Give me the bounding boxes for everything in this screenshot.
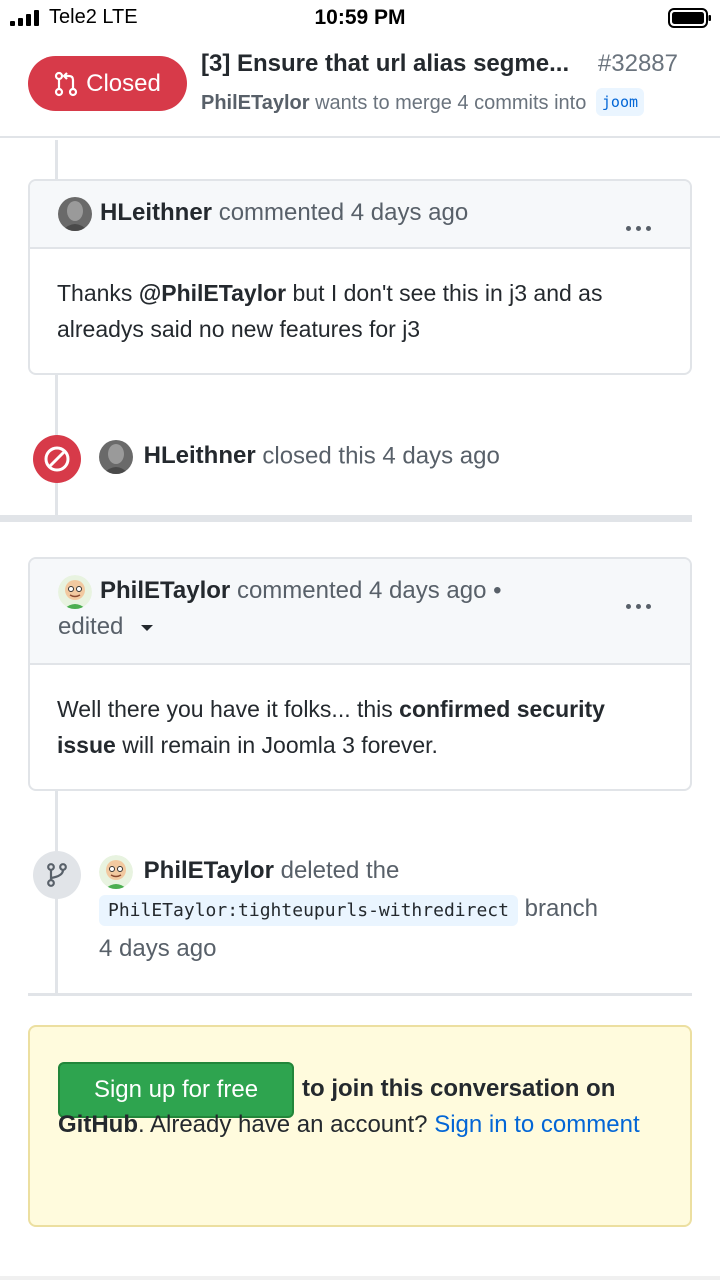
signup-text: to join this conversation on GitHub. Alr… <box>58 1075 640 1138</box>
event-actor[interactable]: HLeithner <box>144 442 256 469</box>
status-bar: Tele2 LTE 10:59 PM <box>0 0 720 36</box>
comment-body: Well there you have it folks... this con… <box>57 696 605 758</box>
clock: 10:59 PM <box>314 6 406 29</box>
circle-slash-icon <box>44 446 70 472</box>
comment-meta: commented 4 days ago <box>218 199 469 226</box>
deleted-branch-chip: PhilETaylor:tighteupurls-withredirect <box>99 895 518 926</box>
pr-merge-text: wants to merge 4 commits into <box>315 92 587 114</box>
avatar[interactable] <box>58 197 92 231</box>
event-branch-suffix: branch <box>524 895 599 922</box>
timeline-divider <box>28 993 692 996</box>
event-text: deleted the <box>280 857 400 884</box>
pr-number: #32887 <box>591 50 678 78</box>
signup-prompt: Sign up for free to join this conversati… <box>28 1025 692 1227</box>
pr-title[interactable]: [3] Ensure that url alias segme... <box>201 50 569 77</box>
pr-title-row: [3] Ensure that url alias segme... #3288… <box>201 50 681 84</box>
more-options-icon[interactable] <box>626 588 656 609</box>
comment-meta: commented 4 days ago • <box>236 577 502 604</box>
close-event: HLeithner closed this 4 days ago <box>99 440 500 474</box>
branch-event-badge <box>33 851 81 899</box>
pr-author-link[interactable]: PhilETaylor <box>201 92 310 114</box>
pull-request-closed-icon <box>55 71 78 96</box>
caret-down-icon <box>141 624 154 631</box>
comment-header: PhilETaylor commented 4 days ago • edite… <box>30 559 690 665</box>
comment-card: PhilETaylor commented 4 days ago • edite… <box>28 557 692 791</box>
edited-label: edited <box>58 613 124 640</box>
avatar[interactable] <box>99 854 133 889</box>
pr-state-badge: Closed <box>28 56 187 111</box>
comment-author[interactable]: HLeithner <box>100 199 212 226</box>
edited-dropdown[interactable]: edited <box>58 613 154 641</box>
timeline-divider <box>0 515 692 522</box>
event-time: 4 days ago <box>99 935 217 962</box>
delete-branch-event: PhilETaylor deleted the PhilETaylor:tigh… <box>99 852 679 968</box>
pr-state-label: Closed <box>86 69 161 97</box>
closed-event-badge <box>33 435 81 483</box>
target-branch-tag[interactable]: joom <box>595 88 645 116</box>
avatar[interactable] <box>58 575 92 609</box>
timeline-line <box>55 140 58 180</box>
comment-card: HLeithner commented 4 days ago Thanks @P… <box>28 179 692 375</box>
event-actor[interactable]: PhilETaylor <box>144 857 274 884</box>
battery-icon <box>668 8 711 28</box>
git-branch-icon <box>47 863 67 887</box>
comment-author[interactable]: PhilETaylor <box>100 577 230 604</box>
pr-header: Closed [3] Ensure that url alias segme..… <box>0 36 720 138</box>
comment-header: HLeithner commented 4 days ago <box>30 181 690 249</box>
sign-in-link[interactable]: Sign in to comment <box>434 1111 639 1138</box>
event-text: closed this 4 days ago <box>262 442 500 470</box>
comment-body: Thanks @PhilETaylor but I don't see this… <box>57 280 603 342</box>
user-mention[interactable]: @PhilETaylor <box>139 280 286 306</box>
more-options-icon[interactable] <box>626 210 656 231</box>
avatar[interactable] <box>99 440 133 474</box>
bottom-edge <box>0 1276 720 1280</box>
pr-meta: PhilETaylor wants to merge 4 commits int… <box>201 88 679 120</box>
